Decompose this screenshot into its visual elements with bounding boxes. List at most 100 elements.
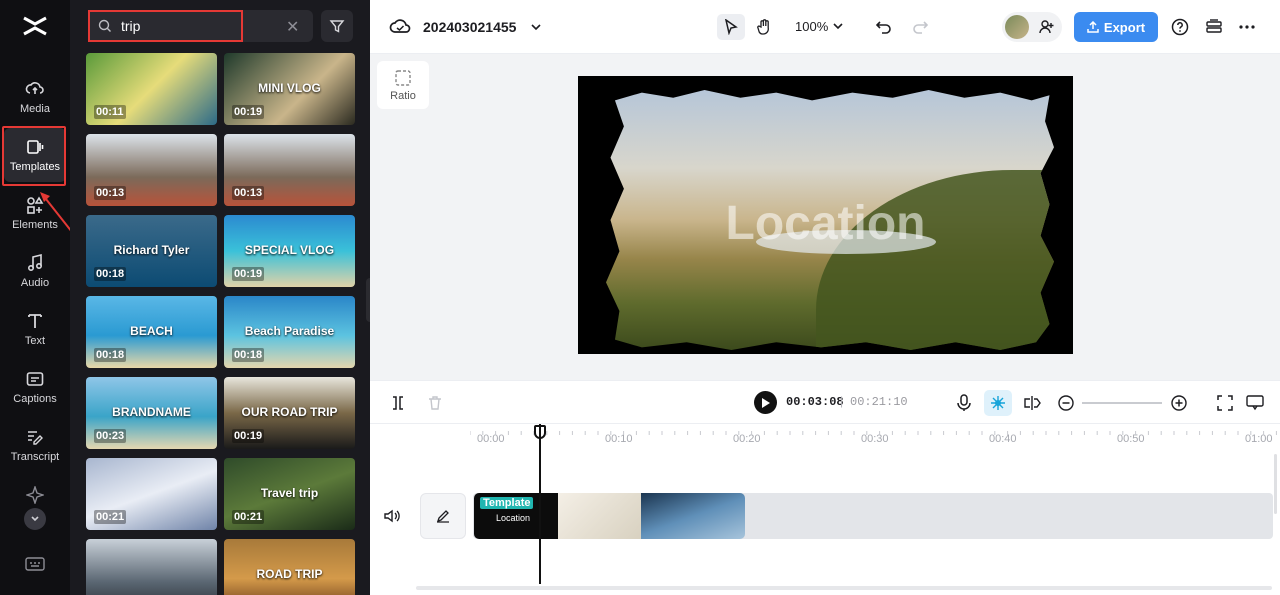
rail-item-label: Elements <box>12 219 58 231</box>
select-tool-button[interactable] <box>717 14 745 40</box>
filter-button[interactable] <box>321 10 353 42</box>
upload-icon <box>1087 21 1099 33</box>
template-card[interactable]: 00:13 <box>224 134 355 206</box>
template-duration: 00:18 <box>94 267 127 281</box>
video-preview[interactable]: Location <box>578 76 1073 354</box>
template-card[interactable]: ROAD TRIP <box>224 539 355 595</box>
hand-icon <box>757 19 769 35</box>
zoom-in-button[interactable] <box>1167 391 1191 415</box>
vertical-scrollbar[interactable] <box>1274 454 1277 514</box>
template-card[interactable]: MINI VLOG 00:19 <box>224 53 355 125</box>
template-card[interactable]: Beach Paradise 00:18 <box>224 296 355 368</box>
expand-more-button[interactable] <box>24 508 46 530</box>
template-card[interactable]: OUR ROAD TRIP 00:19 <box>224 377 355 449</box>
keyboard-icon[interactable] <box>25 556 45 572</box>
ratio-icon <box>395 69 411 86</box>
horizontal-scrollbar[interactable] <box>416 586 1272 590</box>
feedback-button[interactable] <box>1243 391 1267 415</box>
template-card[interactable]: 00:13 <box>86 134 217 206</box>
record-voice-button[interactable] <box>952 391 976 415</box>
add-user-icon[interactable] <box>1039 19 1055 35</box>
template-title: BEACH <box>130 324 173 338</box>
template-card[interactable]: Richard Tyler 00:18 <box>86 215 217 287</box>
rail-item-text[interactable]: Text <box>4 302 66 356</box>
delete-button[interactable] <box>423 391 447 415</box>
captions-icon <box>26 372 44 386</box>
undo-button[interactable] <box>870 14 898 40</box>
template-clip[interactable]: Template Location <box>474 493 558 539</box>
top-bar: 202403021455 100% Export <box>370 0 1280 54</box>
template-duration: 00:13 <box>94 186 127 200</box>
trash-icon <box>429 396 441 410</box>
cursor-icon <box>724 19 738 35</box>
pencil-icon <box>436 510 449 523</box>
beach-clip[interactable] <box>558 493 641 539</box>
sparkle-icon[interactable] <box>26 486 44 504</box>
templates-highlight-box <box>2 126 66 186</box>
zoom-in-icon <box>1171 395 1187 411</box>
template-card[interactable]: BRANDNAME 00:23 <box>86 377 217 449</box>
template-card[interactable]: 00:11 <box>86 53 217 125</box>
template-duration: 00:13 <box>232 186 265 200</box>
playhead[interactable] <box>539 424 541 584</box>
timeline[interactable]: 00:00 00:10 00:20 00:30 00:40 00:50 01:00 Temp… <box>370 424 1280 595</box>
zoom-level[interactable]: 100% <box>795 19 828 34</box>
template-card[interactable]: BEACH 00:18 <box>86 296 217 368</box>
rail-item-audio[interactable]: Audio <box>4 244 66 298</box>
rail-item-label: Transcript <box>10 451 60 463</box>
template-duration: 00:18 <box>94 348 127 362</box>
avatar[interactable] <box>1005 15 1029 39</box>
rail-item-elements[interactable]: Elements <box>4 186 66 240</box>
rail-item-label: Text <box>24 335 46 347</box>
elements-icon <box>27 196 44 214</box>
ratio-label: Ratio <box>390 89 416 102</box>
filter-icon <box>329 20 345 33</box>
overlay-text[interactable]: Location <box>578 196 1073 251</box>
plane-clip[interactable] <box>641 493 745 539</box>
search-icon <box>98 19 111 32</box>
clear-search-icon[interactable]: ✕ <box>286 17 299 37</box>
fullscreen-icon <box>1217 395 1233 411</box>
more-icon[interactable] <box>1238 24 1256 30</box>
redo-icon <box>913 21 928 34</box>
total-time: 00:21:10 <box>850 395 908 409</box>
layers-icon[interactable] <box>1205 18 1223 36</box>
rail-item-transcript[interactable]: Transcript <box>4 418 66 472</box>
template-card[interactable]: SPECIAL VLOG 00:19 <box>224 215 355 287</box>
template-duration: 00:19 <box>232 267 265 281</box>
rail-item-media[interactable]: Media <box>4 70 66 124</box>
template-card[interactable]: 00:21 <box>86 458 217 530</box>
magnet-snap-button[interactable] <box>984 390 1012 416</box>
zoom-slider[interactable] <box>1082 402 1162 404</box>
help-icon[interactable] <box>1171 18 1189 36</box>
zoom-out-button[interactable] <box>1054 391 1078 415</box>
text-icon <box>28 314 42 328</box>
redo-button[interactable] <box>906 14 934 40</box>
project-name[interactable]: 202403021455 <box>423 19 516 35</box>
timeline-toolbar: 00:03:08 | 00:21:10 <box>370 380 1280 424</box>
split-view-icon <box>1024 396 1041 410</box>
export-button[interactable]: Export <box>1074 12 1158 42</box>
ratio-button[interactable]: Ratio <box>377 61 429 109</box>
rail-item-label: Media <box>20 103 50 115</box>
split-button[interactable] <box>386 391 410 415</box>
split-view-button[interactable] <box>1020 391 1044 415</box>
hand-tool-button[interactable] <box>751 14 779 40</box>
nav-rail: Media Templates Elements Audio Text Capt… <box>0 0 73 595</box>
speaker-icon[interactable] <box>384 509 400 523</box>
edit-track-button[interactable] <box>420 493 466 539</box>
play-button[interactable] <box>754 391 777 414</box>
fullscreen-button[interactable] <box>1213 391 1237 415</box>
template-duration: 00:21 <box>94 510 127 524</box>
template-card[interactable]: Travel trip 00:21 <box>224 458 355 530</box>
search-query[interactable]: trip <box>121 18 140 34</box>
rail-item-captions[interactable]: Captions <box>4 360 66 414</box>
template-card[interactable] <box>86 539 217 595</box>
cloud-upload-icon <box>25 82 44 94</box>
template-duration: 00:19 <box>232 105 265 119</box>
cloud-icon[interactable] <box>389 17 411 35</box>
rail-item-label: Captions <box>13 393 57 405</box>
chevron-down-icon[interactable] <box>833 22 843 30</box>
chevron-down-icon[interactable] <box>530 22 542 32</box>
canvas-area: Ratio Location <box>370 54 1280 380</box>
